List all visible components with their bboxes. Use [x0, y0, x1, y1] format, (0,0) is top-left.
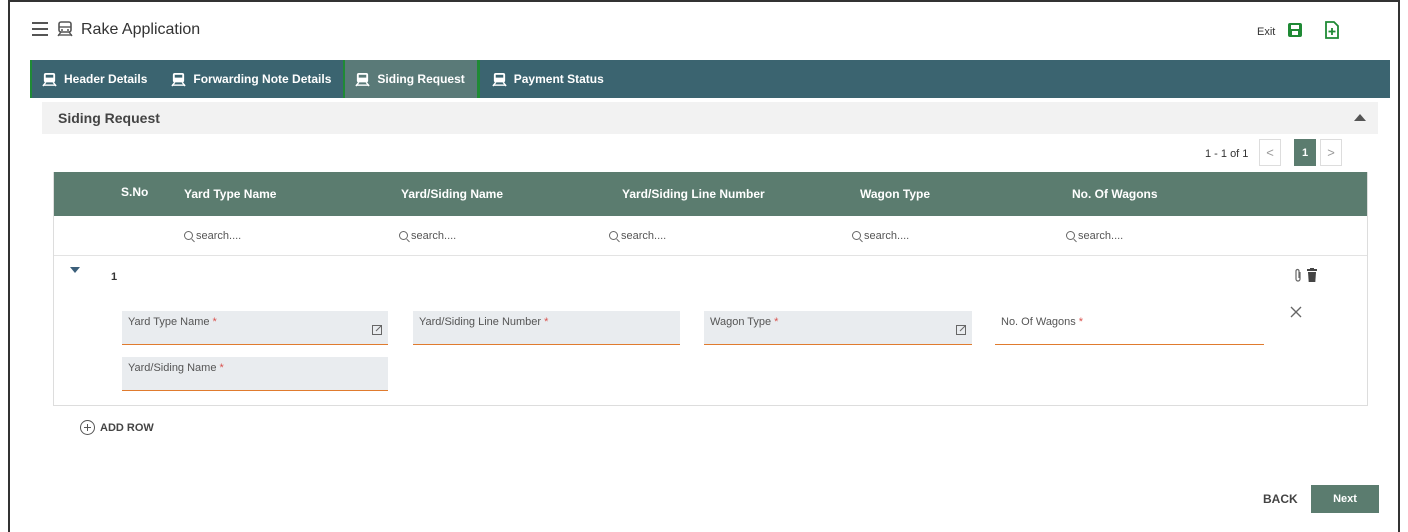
search-filter-yard-siding-name[interactable]: search....	[399, 230, 456, 242]
search-filter-no-of-wagons[interactable]: search....	[1066, 230, 1123, 242]
search-icon	[399, 231, 408, 240]
wagon-type-field[interactable]: Wagon Type *	[704, 311, 972, 345]
row-sno: 1	[111, 271, 118, 283]
train-icon	[355, 72, 371, 86]
field-label: Wagon Type *	[710, 316, 779, 328]
yard-siding-name-field[interactable]: Yard/Siding Name *	[122, 357, 388, 391]
pagination-info: 1 - 1 of 1	[1205, 148, 1249, 160]
delete-icon[interactable]	[1307, 268, 1317, 282]
yard-type-name-field[interactable]: Yard Type Name *	[122, 311, 388, 345]
yard-siding-line-number-field[interactable]: Yard/Siding Line Number *	[413, 311, 680, 345]
column-header-yard-type-name: Yard Type Name	[184, 187, 277, 201]
filter-placeholder: search....	[196, 230, 242, 242]
column-header-line-number: Yard/Siding Line Number	[622, 187, 765, 201]
section-header: Siding Request	[42, 102, 1378, 134]
hamburger-menu-icon[interactable]	[32, 22, 48, 36]
tab-forwarding-note-details[interactable]: Forwarding Note Details	[159, 60, 343, 98]
filter-row: search.... search.... search.... search.…	[54, 216, 1367, 256]
column-header-wagon-type: Wagon Type	[860, 187, 930, 201]
filter-placeholder: search....	[621, 230, 667, 242]
save-icon[interactable]	[1287, 22, 1303, 38]
tab-label: Siding Request	[377, 72, 465, 86]
column-header-sno: S.No	[121, 185, 149, 199]
add-circle-icon	[80, 420, 95, 435]
tab-payment-status[interactable]: Payment Status	[480, 60, 616, 98]
field-label: Yard/Siding Line Number *	[419, 316, 549, 328]
search-icon	[1066, 231, 1075, 240]
pagination-prev-button[interactable]: <	[1259, 139, 1281, 166]
close-icon[interactable]	[1289, 305, 1303, 319]
filter-placeholder: search....	[411, 230, 457, 242]
add-row-button[interactable]: ADD ROW	[80, 420, 154, 435]
top-bar: Rake Application Exit	[10, 2, 1398, 60]
tab-bar: Header Details Forwarding Note Details S…	[30, 60, 1390, 98]
tab-label: Forwarding Note Details	[193, 72, 332, 86]
back-button[interactable]: BACK	[1263, 492, 1298, 506]
train-icon	[171, 72, 186, 86]
train-icon	[492, 72, 507, 86]
tab-label: Header Details	[64, 72, 148, 86]
pagination-next-button[interactable]: >	[1320, 139, 1342, 166]
field-label: No. Of Wagons *	[1001, 316, 1084, 328]
train-icon	[42, 72, 57, 86]
app-title: Rake Application	[81, 21, 201, 38]
tab-siding-request[interactable]: Siding Request	[343, 60, 480, 98]
collapse-caret-icon[interactable]	[1354, 114, 1366, 121]
train-icon	[57, 21, 73, 37]
filter-placeholder: search....	[1078, 230, 1124, 242]
search-filter-wagon-type[interactable]: search....	[852, 230, 909, 242]
search-filter-line-number[interactable]: search....	[609, 230, 666, 242]
search-filter-yard-type-name[interactable]: search....	[184, 230, 241, 242]
next-button[interactable]: Next	[1311, 485, 1379, 513]
column-header-no-of-wagons: No. Of Wagons	[1072, 187, 1158, 201]
column-header-yard-siding-name: Yard/Siding Name	[401, 187, 504, 201]
field-label: Yard Type Name *	[128, 316, 217, 328]
field-label: Yard/Siding Name *	[128, 362, 224, 374]
siding-request-grid: S.No Yard Type Name Yard/Siding Name Yar…	[53, 172, 1368, 406]
add-document-icon[interactable]	[1324, 21, 1340, 39]
search-icon	[184, 231, 193, 240]
add-row-label: ADD ROW	[100, 421, 154, 434]
search-icon	[852, 231, 861, 240]
exit-link[interactable]: Exit	[1257, 26, 1275, 38]
pagination-page-button[interactable]: 1	[1294, 139, 1316, 166]
grid-header: S.No Yard Type Name Yard/Siding Name Yar…	[54, 172, 1367, 216]
open-lookup-icon[interactable]	[956, 325, 966, 335]
row-expand-icon[interactable]	[70, 267, 80, 273]
filter-placeholder: search....	[864, 230, 910, 242]
section-title: Siding Request	[58, 110, 160, 126]
tab-header-details[interactable]: Header Details	[30, 60, 159, 98]
tab-label: Payment Status	[513, 72, 604, 86]
search-icon	[609, 231, 618, 240]
open-lookup-icon[interactable]	[372, 325, 382, 335]
app-window: Rake Application Exit Header Details For…	[8, 0, 1400, 532]
attachment-icon[interactable]	[1293, 268, 1303, 283]
no-of-wagons-field[interactable]: No. Of Wagons *	[995, 311, 1264, 345]
